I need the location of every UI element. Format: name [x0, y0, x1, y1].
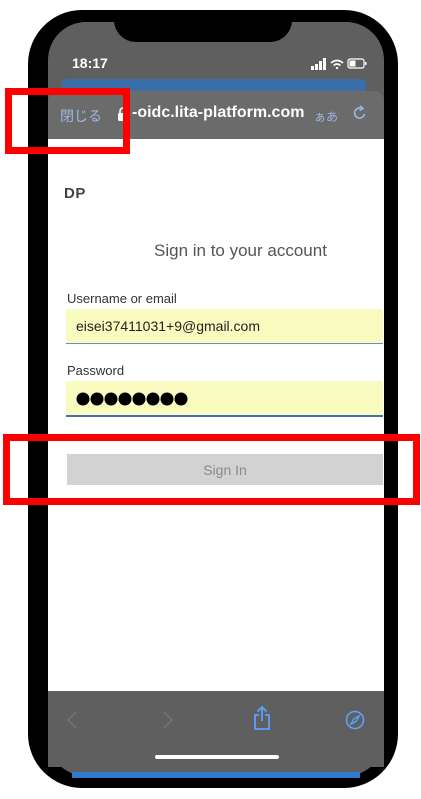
share-icon[interactable] — [253, 706, 271, 730]
safari-compass-icon[interactable] — [345, 710, 365, 730]
url-field[interactable]: -oidc.lita-platform.com — [132, 104, 304, 122]
forward-icon[interactable] — [162, 710, 174, 730]
phone-notch — [114, 10, 292, 42]
battery-icon — [347, 58, 367, 69]
home-indicator — [155, 755, 279, 759]
password-mask-dots — [76, 392, 188, 406]
password-label: Password — [67, 363, 125, 378]
text-size-button[interactable]: ぁあ — [314, 108, 338, 125]
page-title: Sign in to your account — [154, 241, 327, 260]
highlight-box-sign-in — [3, 434, 420, 505]
status-time: 18:17 — [72, 55, 108, 71]
username-label: Username or email — [67, 291, 177, 306]
wifi-icon — [330, 59, 344, 70]
reload-icon[interactable] — [352, 105, 368, 121]
back-icon[interactable] — [66, 710, 78, 730]
signal-icon — [311, 58, 326, 70]
highlight-box-close — [5, 88, 130, 154]
username-input[interactable] — [66, 309, 383, 344]
background-tab-bottom — [72, 772, 360, 778]
brand-label: DP — [64, 185, 86, 202]
status-icons — [311, 58, 367, 70]
